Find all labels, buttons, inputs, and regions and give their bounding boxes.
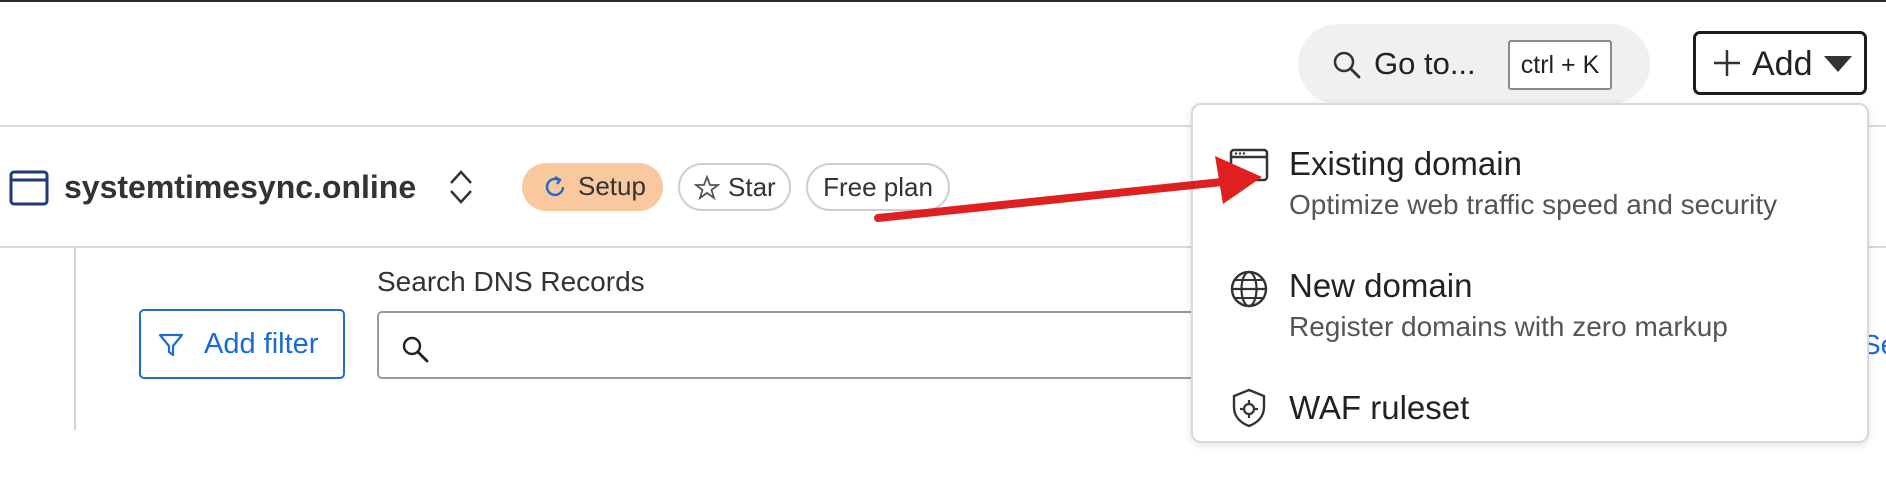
search-dns-label: Search DNS Records [377,266,645,297]
zone-name: systemtimesync.online [64,169,417,205]
add-button[interactable]: Add [1693,31,1867,95]
content-left-border [74,248,76,430]
setup-badge-label: Setup [578,171,646,201]
dns-search-box[interactable] [377,311,1237,379]
menu-item-title: WAF ruleset [1289,389,1470,426]
goto-label: Go to... [1374,46,1476,81]
menu-item-title: New domain [1289,267,1473,304]
menu-item-waf-ruleset[interactable]: WAF ruleset [1193,377,1867,487]
menu-item-title: Existing domain [1289,145,1522,182]
star-label: Star [728,172,776,202]
globe-icon [1230,270,1268,308]
search-icon [402,336,429,363]
top-border [0,0,1886,2]
filter-icon [158,333,184,357]
chevron-up-down-icon[interactable] [448,168,474,206]
add-button-label: Add [1752,45,1813,83]
dns-search-input[interactable] [443,323,1207,369]
plus-icon [1714,50,1740,76]
browser-window-icon [9,170,49,206]
caret-down-icon [1824,56,1852,72]
menu-item-new-domain[interactable]: New domain Register domains with zero ma… [1193,255,1867,365]
menu-item-description: Optimize web traffic speed and security [1289,189,1778,220]
star-icon [694,175,720,201]
search-icon [1333,51,1361,79]
shield-gear-icon [1232,388,1266,428]
add-filter-label: Add filter [204,328,319,360]
plan-label: Free plan [823,172,933,202]
menu-item-description: Register domains with zero markup [1289,311,1728,342]
add-filter-button[interactable]: Add filter [139,309,345,379]
menu-item-existing-domain[interactable]: Existing domain Optimize web traffic spe… [1193,133,1867,243]
goto-shortcut: ctrl + K [1508,40,1612,90]
star-button[interactable]: Star [678,163,791,211]
refresh-icon [545,175,565,197]
plan-badge[interactable]: Free plan [806,163,950,211]
goto-search[interactable]: Go to... ctrl + K [1298,24,1650,104]
setup-badge[interactable]: Setup [522,163,663,211]
add-dropdown-menu: Existing domain Optimize web traffic spe… [1191,103,1869,443]
browser-window-icon [1229,148,1269,182]
